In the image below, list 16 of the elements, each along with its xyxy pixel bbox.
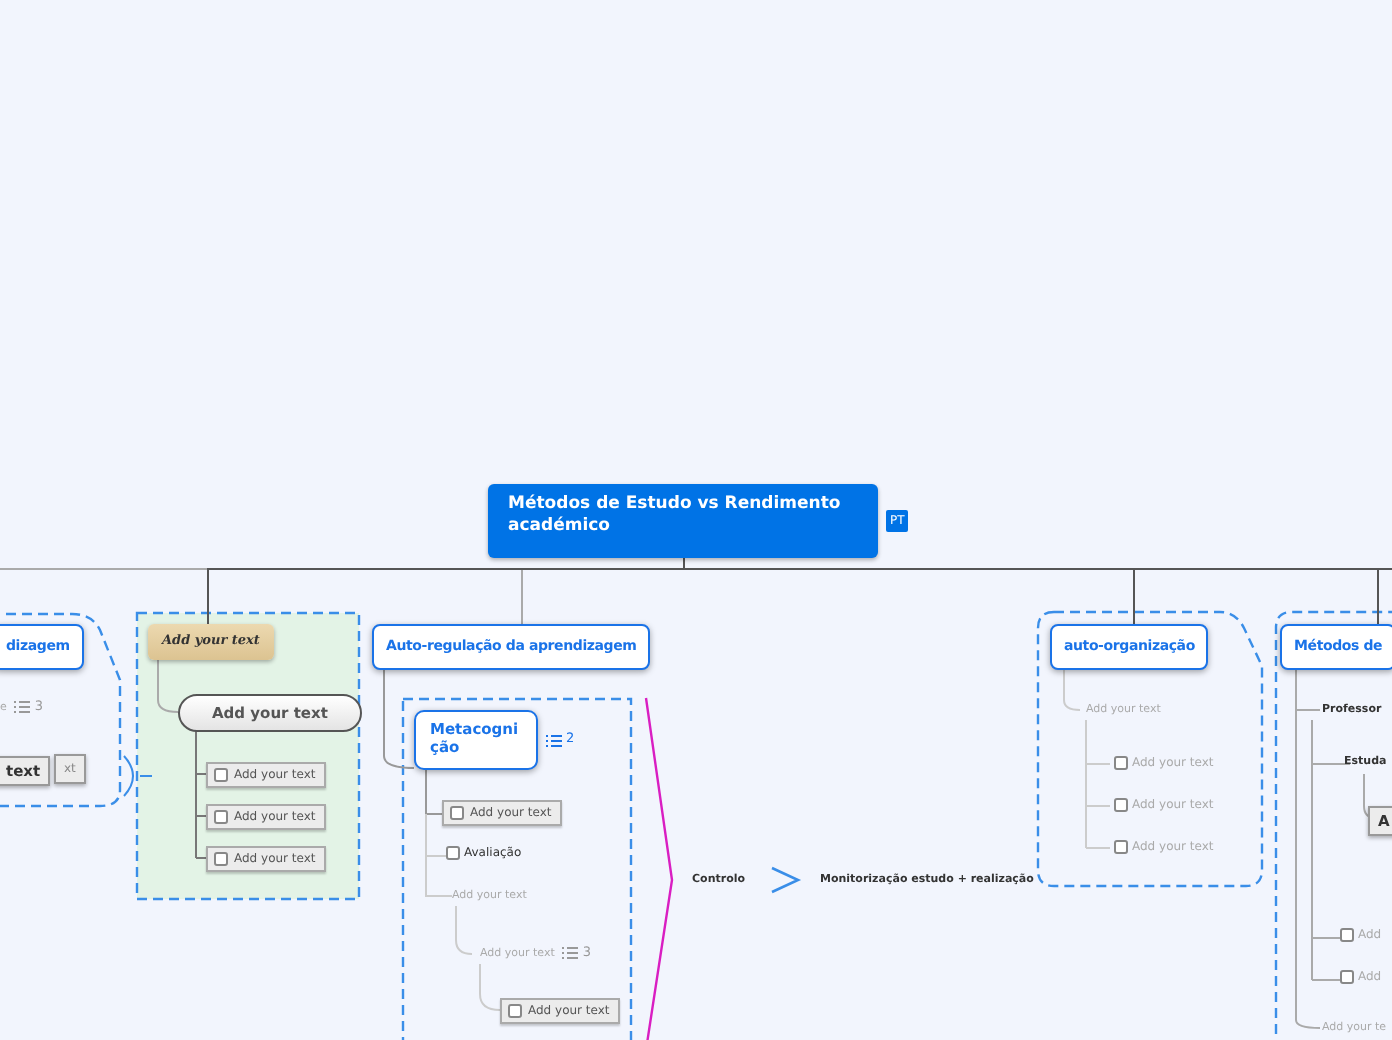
- checkbox[interactable]: [1114, 798, 1128, 812]
- checkbox[interactable]: [508, 1004, 522, 1018]
- checkbox[interactable]: [450, 806, 464, 820]
- list-icon: [562, 946, 579, 961]
- checkbox[interactable]: [1114, 756, 1128, 770]
- checkbox[interactable]: [214, 852, 228, 866]
- central-topic[interactable]: Métodos de Estudo vs Rendimento académico: [488, 484, 878, 558]
- checkbox[interactable]: [446, 846, 460, 860]
- checkbox[interactable]: [1340, 928, 1354, 942]
- checkbox[interactable]: [214, 768, 228, 782]
- chevron-icon: [771, 866, 802, 894]
- list-icon: [546, 733, 562, 747]
- checkbox[interactable]: [1114, 840, 1128, 854]
- list-icon: [14, 700, 31, 715]
- checkbox[interactable]: [1340, 970, 1354, 984]
- checkbox[interactable]: [214, 810, 228, 824]
